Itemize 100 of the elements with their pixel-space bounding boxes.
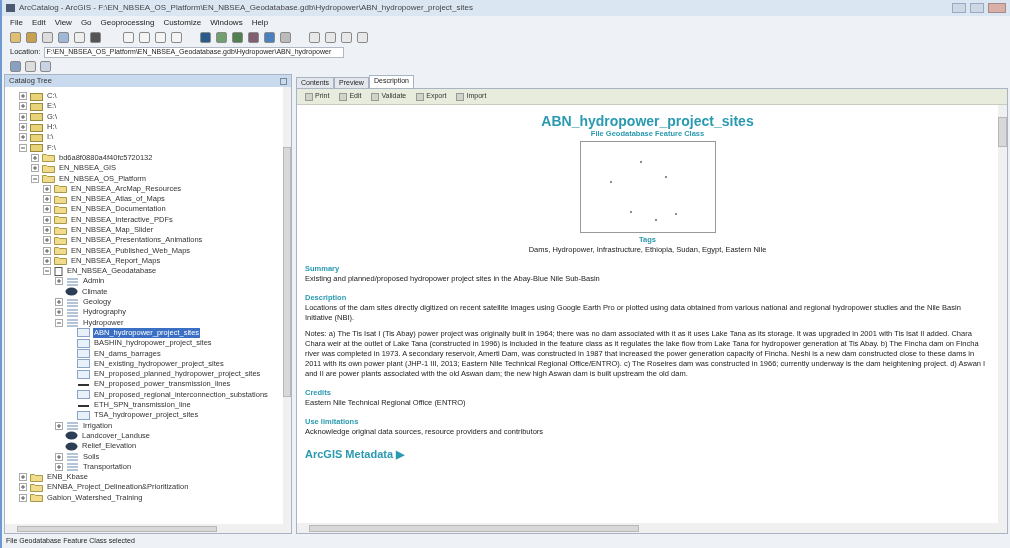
drive-icon [30,101,43,111]
toolbar-square-icon[interactable] [90,31,101,43]
dataset-icon [66,277,79,286]
toolbar-square-icon[interactable] [171,31,182,43]
expand-toggle[interactable] [55,308,63,317]
toolbar-square-icon[interactable] [309,31,320,43]
collapse-toggle[interactable] [31,174,39,183]
toolbar-square-icon[interactable] [42,31,53,43]
vertical-scrollbar[interactable] [283,87,291,524]
expand-toggle[interactable] [55,298,63,307]
collapse-toggle[interactable] [43,267,51,276]
expand-toggle[interactable] [43,195,51,204]
folder-icon [54,215,67,225]
scrollbar-thumb[interactable] [998,117,1007,147]
expand-toggle[interactable] [55,277,63,286]
feature-class-icon [77,369,90,379]
expand-toggle[interactable] [31,164,39,173]
expand-toggle[interactable] [55,462,63,471]
expand-toggle[interactable] [43,205,51,214]
menu-item[interactable]: Help [251,16,269,29]
toolbar-square-icon[interactable] [280,31,291,43]
toolbar-square-icon[interactable] [232,31,243,43]
feature-class-icon [77,328,90,338]
collapse-toggle[interactable] [19,143,27,152]
feature-class-icon [77,338,90,348]
drive-icon [30,91,43,101]
toolbar-square-icon[interactable] [248,31,259,43]
toolbar-square-icon[interactable] [10,31,21,43]
minimize-button[interactable] [952,3,966,13]
folder-icon [30,482,43,492]
folder-icon [54,184,67,194]
menu-item[interactable]: View [54,16,72,29]
expand-toggle[interactable] [55,421,63,430]
expand-toggle[interactable] [19,473,27,482]
expand-toggle[interactable] [19,112,27,121]
dataset-icon [66,462,79,472]
expand-toggle[interactable] [55,452,63,461]
expand-toggle[interactable] [43,215,51,224]
toolbar-square-icon[interactable] [155,31,166,43]
menu-item[interactable]: Customize [163,16,202,29]
scrollbar-thumb[interactable] [17,525,217,532]
scrollbar-thumb[interactable] [309,524,639,532]
dataset-icon [66,452,79,462]
folder-icon [54,235,67,245]
expand-toggle[interactable] [19,133,27,142]
drive-icon [30,122,43,132]
feature-class-icon [77,349,90,359]
folder-icon [30,493,43,503]
expand-toggle[interactable] [19,92,27,101]
expand-toggle[interactable] [19,123,27,132]
menu-item[interactable]: File [10,16,23,29]
feature-class-icon [77,390,90,400]
expand-toggle[interactable] [43,184,51,193]
dataset-icon [66,421,79,431]
expand-toggle[interactable] [19,493,27,502]
toolbar-square-icon[interactable] [139,31,150,43]
expand-toggle[interactable] [43,256,51,265]
expand-toggle[interactable] [19,102,27,111]
horizontal-scrollbar[interactable] [297,523,1007,533]
menu-item[interactable]: Geoprocessing [100,16,155,29]
close-button[interactable] [988,3,1006,13]
dataset-icon [66,318,79,328]
menu-item[interactable]: Edit [31,16,46,29]
expand-toggle[interactable] [31,153,39,162]
toolbar-square-icon[interactable] [58,31,69,43]
folder-icon [42,163,55,173]
dataset-icon [66,297,79,307]
feature-class-icon [77,359,90,369]
folder-icon [42,153,55,163]
menu-item[interactable]: Go [80,16,92,29]
feature-class-icon [77,410,90,420]
app-icon [6,4,15,12]
folder-icon [54,194,67,204]
drive-icon [30,143,43,153]
expand-toggle[interactable] [19,483,27,492]
expand-toggle[interactable] [43,246,51,255]
folder-icon [30,472,43,482]
toolbar-square-icon[interactable] [357,31,368,43]
folder-icon [54,225,67,235]
toolbar-square-icon[interactable] [216,31,227,43]
scrollbar-thumb[interactable] [283,147,291,397]
horizontal-scrollbar[interactable] [5,524,291,533]
maximize-button[interactable] [970,3,984,13]
toolbar-square-icon[interactable] [74,31,85,43]
collapse-toggle[interactable] [55,318,63,327]
toolbar-square-icon[interactable] [264,31,275,43]
vertical-scrollbar[interactable] [998,105,1007,523]
raster-icon [65,287,78,297]
toolbar-square-icon[interactable] [200,31,211,43]
toolbar-square-icon[interactable] [325,31,336,43]
folder-icon [54,204,67,214]
dataset-icon [66,307,79,317]
drive-icon [30,132,43,142]
expand-toggle[interactable] [43,226,51,234]
expand-toggle[interactable] [43,236,51,245]
folder-icon [42,174,55,183]
menu-item[interactable]: Windows [210,16,243,29]
toolbar-square-icon[interactable] [341,31,352,43]
toolbar-square-icon[interactable] [123,31,134,43]
toolbar-square-icon[interactable] [26,31,37,43]
